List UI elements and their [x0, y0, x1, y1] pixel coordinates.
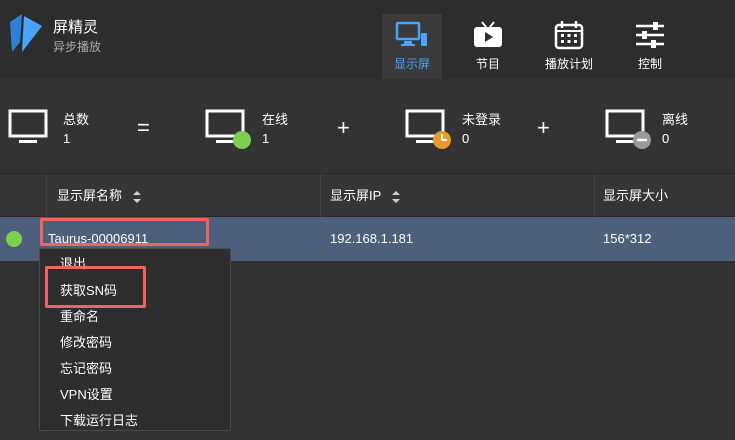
monitor-icon	[8, 109, 48, 143]
column-header-size-label: 显示屏大小	[603, 188, 669, 203]
nav-tab-schedule[interactable]: 播放计划	[539, 14, 599, 79]
sort-icon[interactable]	[132, 190, 142, 204]
nav-label-program: 节目	[475, 57, 500, 71]
cell-screen-ip[interactable]: 192.168.1.181	[330, 217, 413, 261]
stat-offline-label: 离线	[662, 112, 689, 127]
nav-tab-program[interactable]: 节目	[458, 14, 518, 79]
online-status-dot	[6, 231, 22, 247]
stats-bar: 总数 1 = 在线 1 + 未登录 0 + 离线 0	[0, 79, 735, 174]
stat-online-label: 在线	[262, 112, 289, 127]
nav-label-schedule: 播放计划	[544, 57, 593, 71]
app-header: 屏精灵 异步播放 显示屏 节目 播放计划 控制	[0, 0, 735, 79]
nav-label-display: 显示屏	[393, 57, 430, 71]
stat-offline-count: 0	[662, 131, 670, 146]
program-tv-icon	[474, 21, 502, 47]
app-logo-icon	[10, 14, 42, 52]
column-header-ip-label: 显示屏IP	[330, 188, 382, 203]
column-divider	[320, 174, 321, 217]
menu-item-download-log[interactable]: 下载运行日志	[60, 410, 138, 429]
column-header-name-label: 显示屏名称	[57, 188, 123, 203]
nav-tab-control[interactable]: 控制	[620, 14, 680, 79]
menu-item-rename[interactable]: 重命名	[60, 306, 99, 325]
monitor-online-icon	[205, 109, 251, 149]
column-divider	[46, 174, 47, 217]
nav-tab-display[interactable]: 显示屏	[382, 14, 442, 79]
column-divider	[594, 174, 595, 217]
sort-icon[interactable]	[391, 190, 401, 204]
stat-total-count: 1	[63, 131, 71, 146]
column-header-size[interactable]: 显示屏大小	[603, 174, 668, 217]
menu-item-forgot-password[interactable]: 忘记密码	[60, 358, 112, 377]
nav-label-control: 控制	[637, 57, 662, 71]
display-screen-icon	[395, 21, 427, 46]
plus-sign-1: +	[337, 115, 350, 140]
calendar-icon	[554, 21, 584, 50]
column-header-name[interactable]: 显示屏名称	[57, 174, 142, 217]
menu-item-change-password[interactable]: 修改密码	[60, 332, 112, 351]
sliders-icon	[636, 22, 664, 48]
highlight-box-get-sn	[45, 266, 146, 308]
plus-sign-2: +	[537, 115, 550, 140]
stat-not-logged-in-count: 0	[462, 131, 470, 146]
app-subtitle: 异步播放	[53, 40, 102, 54]
monitor-clock-icon	[405, 109, 451, 149]
stat-online-count: 1	[262, 131, 270, 146]
stat-not-logged-in-label: 未登录	[462, 112, 502, 127]
table-header: 显示屏名称 显示屏IP 显示屏大小	[0, 174, 735, 217]
app-title: 屏精灵	[53, 19, 99, 36]
menu-item-vpn-settings[interactable]: VPN设置	[60, 384, 113, 403]
equals-sign: =	[137, 115, 150, 140]
column-header-ip[interactable]: 显示屏IP	[330, 174, 401, 217]
monitor-offline-icon	[605, 109, 651, 149]
highlight-box-row-name	[40, 218, 209, 246]
stat-total-label: 总数	[63, 112, 90, 127]
cell-screen-size[interactable]: 156*312	[603, 217, 651, 261]
